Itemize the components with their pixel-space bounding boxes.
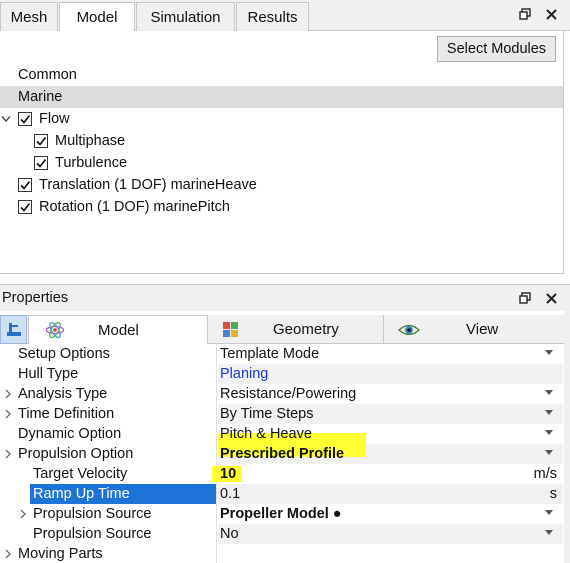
property-row-ramp-up-time[interactable]: Ramp Up Time 0.1 s [0,484,563,504]
tab-simulation[interactable]: Simulation [136,2,235,31]
property-row-hull-type[interactable]: Hull Type Planing [0,364,563,384]
tree-item-common[interactable]: Common [0,64,563,86]
property-value-time-definition[interactable]: By Time Steps [218,404,563,424]
collapse-chevron-icon[interactable] [0,113,12,125]
property-row-propulsion-source-2[interactable]: Propulsion Source No [0,524,563,544]
property-row-analysis-type[interactable]: Analysis Type Resistance/Powering [0,384,563,404]
tree-item-translation[interactable]: Translation (1 DOF) marineHeave [0,174,563,196]
dropdown-arrow-icon[interactable] [545,430,553,436]
property-value-setup-options[interactable]: Template Mode [218,344,563,364]
property-value-analysis-type[interactable]: Resistance/Powering [218,384,563,404]
dropdown-arrow-icon[interactable] [545,390,553,396]
checkbox-translation[interactable] [18,178,32,192]
expand-chevron-icon[interactable] [18,509,28,519]
property-row-setup-options[interactable]: Setup Options Template Mode [0,344,563,364]
property-value-ramp-up-time[interactable]: 0.1 s [218,484,563,504]
dock-icon[interactable] [518,6,532,22]
property-row-moving-parts[interactable]: Moving Parts [0,544,563,563]
property-row-propulsion-source[interactable]: Propulsion Source Propeller Model ● [0,504,563,524]
dropdown-arrow-icon[interactable] [545,410,553,416]
dropdown-arrow-icon[interactable] [545,510,553,516]
expand-chevron-icon[interactable] [3,409,13,419]
property-row-time-definition[interactable]: Time Definition By Time Steps [0,404,563,424]
tab-view[interactable]: View [385,315,563,344]
close-icon[interactable] [544,290,558,306]
close-icon[interactable] [544,6,558,22]
property-value-propulsion-option[interactable]: Prescribed Profile [218,444,563,464]
atom-icon [45,320,65,340]
tree-item-rotation[interactable]: Rotation (1 DOF) marinePitch [0,196,563,218]
properties-header: Properties [0,284,570,311]
property-value-moving-parts[interactable] [218,544,563,563]
tree-item-flow[interactable]: Flow [0,108,563,130]
checkbox-rotation[interactable] [18,200,32,214]
properties-scrollbar[interactable] [564,311,570,563]
dropdown-arrow-icon[interactable] [545,350,553,356]
checkbox-turbulence[interactable] [34,156,48,170]
tree-item-multiphase[interactable]: Multiphase [0,130,563,152]
property-value-propulsion-source[interactable]: Propeller Model ● [218,504,563,524]
model-panel: Select Modules Common Marine Flow Multip… [0,31,564,274]
dropdown-arrow-icon[interactable] [545,530,553,536]
expand-chevron-icon[interactable] [3,389,13,399]
select-modules-button[interactable]: Select Modules [437,36,556,62]
expand-chevron-icon[interactable] [3,549,13,559]
pin-panel-icon[interactable] [0,315,27,344]
property-row-propulsion-option[interactable]: Propulsion Option Prescribed Profile [0,444,563,464]
top-tab-bar: Mesh Model Simulation Results [0,0,570,32]
tab-geometry[interactable]: Geometry [209,315,384,344]
tab-model[interactable]: Model [59,2,135,32]
property-value-propulsion-source-2[interactable]: No [218,524,563,544]
property-value-dynamic-option[interactable]: Pitch & Heave [218,424,563,444]
cubes-icon [221,320,241,340]
tab-results[interactable]: Results [236,2,309,31]
checkbox-multiphase[interactable] [34,134,48,148]
tab-model-properties[interactable]: Model [28,315,208,344]
dropdown-arrow-icon[interactable] [545,450,553,456]
tree-item-marine[interactable]: Marine [0,86,563,108]
tree-item-turbulence[interactable]: Turbulence [0,152,563,174]
property-row-target-velocity[interactable]: Target Velocity 10 m/s [0,464,563,484]
checkbox-flow[interactable] [18,112,32,126]
properties-tab-bar: Model Geometry View [0,315,564,344]
expand-chevron-icon[interactable] [3,449,13,459]
eye-icon [398,321,420,339]
dock-icon[interactable] [518,290,532,306]
tab-mesh[interactable]: Mesh [0,2,58,31]
property-value-target-velocity[interactable]: 10 m/s [212,464,563,484]
property-row-dynamic-option[interactable]: Dynamic Option Pitch & Heave [0,424,563,444]
property-value-hull-type[interactable]: Planing [218,364,563,384]
